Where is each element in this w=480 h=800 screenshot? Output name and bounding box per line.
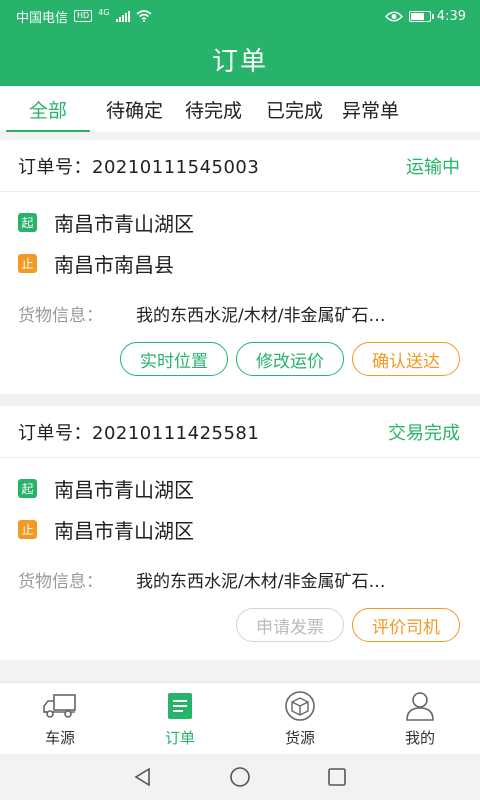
nav-item-orders[interactable]: 订单 (120, 683, 240, 754)
page-title: 订单 (211, 46, 268, 77)
start-tag: 起 (18, 213, 37, 232)
order-card[interactable]: 订单号：20210111425581 交易完成 起 南昌市青山湖区 止 南昌市青… (0, 406, 480, 660)
confirm-delivery-button[interactable]: 确认送达 (352, 342, 460, 376)
tab-all[interactable]: 全部 (6, 86, 90, 132)
tab-completed[interactable]: 已完成 (266, 86, 323, 132)
goods-value: 我的东西水泥/木材/非金属矿石… (136, 571, 386, 592)
status-bar: 中国电信 HD 4G 4:39 (0, 0, 480, 32)
page-title-bar: 订单 (0, 32, 480, 86)
goods-info: 货物信息： 我的东西水泥/木材/非金属矿石… (0, 550, 480, 596)
bottom-nav: 车源 订单 货源 我的 (0, 682, 480, 754)
end-tag: 止 (18, 520, 37, 539)
user-icon (406, 692, 434, 721)
battery-icon (408, 10, 434, 22)
header-area: 中国电信 HD 4G 4:39 订单 (0, 0, 480, 86)
cargo-box-icon (285, 691, 315, 721)
clock: 4:39 (436, 8, 466, 24)
system-nav-bar (0, 754, 480, 800)
route: 起 南昌市青山湖区 止 南昌市青山湖区 (0, 458, 480, 550)
goods-info: 货物信息： 我的东西水泥/木材/非金属矿石… (0, 284, 480, 330)
tab-label: 待确定 (106, 99, 164, 122)
realtime-location-button[interactable]: 实时位置 (120, 342, 228, 376)
tab-label: 异常单 (342, 99, 400, 122)
goods-label: 货物信息： (18, 305, 103, 326)
rate-driver-button[interactable]: 评价司机 (352, 608, 460, 642)
tab-label: 全部 (28, 99, 67, 122)
tab-pending-confirm[interactable]: 待确定 (106, 86, 163, 132)
goods-label: 货物信息： (18, 571, 103, 592)
tab-pending-complete[interactable]: 待完成 (185, 86, 242, 132)
order-status: 运输中 (406, 156, 460, 178)
nav-label: 订单 (164, 729, 195, 747)
eye-icon (384, 11, 403, 21)
wifi-icon (135, 10, 152, 22)
end-location: 南昌市青山湖区 (54, 519, 194, 543)
order-actions: 实时位置 修改运价 确认送达 (0, 330, 480, 394)
hd-badge: HD (74, 10, 93, 22)
route: 起 南昌市青山湖区 止 南昌市南昌县 (0, 192, 480, 284)
signal-icon (115, 10, 130, 22)
nav-item-cargo[interactable]: 货源 (240, 683, 360, 754)
nav-label: 车源 (44, 729, 75, 747)
order-list: 订单号：20210111545003 运输中 起 南昌市青山湖区 止 南昌市南昌… (0, 140, 480, 672)
order-number: 订单号：20210111425581 (18, 422, 260, 444)
truck-icon (43, 694, 76, 718)
goods-value: 我的东西水泥/木材/非金属矿石… (136, 305, 386, 326)
order-status: 交易完成 (388, 422, 460, 444)
network-type: 4G (98, 7, 110, 17)
order-list-icon (168, 693, 192, 719)
recent-apps-icon[interactable] (327, 767, 347, 787)
nav-label: 我的 (404, 729, 435, 747)
request-invoice-button[interactable]: 申请发票 (236, 608, 344, 642)
order-card[interactable]: 订单号：20210111545003 运输中 起 南昌市青山湖区 止 南昌市南昌… (0, 140, 480, 394)
end-location: 南昌市南昌县 (54, 253, 174, 277)
back-icon[interactable] (133, 767, 153, 787)
tab-abnormal[interactable]: 异常单 (342, 86, 399, 132)
nav-label: 货源 (284, 729, 315, 747)
end-tag: 止 (18, 254, 37, 273)
tab-label: 已完成 (266, 99, 324, 122)
order-tabs: 全部 待确定 待完成 已完成 异常单 (0, 86, 480, 132)
start-location: 南昌市青山湖区 (54, 478, 194, 502)
order-actions: 申请发票 评价司机 (0, 596, 480, 660)
home-icon[interactable] (229, 766, 251, 788)
nav-item-mine[interactable]: 我的 (360, 683, 480, 754)
start-tag: 起 (18, 479, 37, 498)
start-location: 南昌市青山湖区 (54, 212, 194, 236)
tab-label: 待完成 (185, 99, 243, 122)
order-number: 订单号：20210111545003 (18, 156, 260, 178)
modify-freight-button[interactable]: 修改运价 (236, 342, 344, 376)
carrier-name: 中国电信 (16, 10, 69, 26)
nav-item-vehicles[interactable]: 车源 (0, 683, 120, 754)
